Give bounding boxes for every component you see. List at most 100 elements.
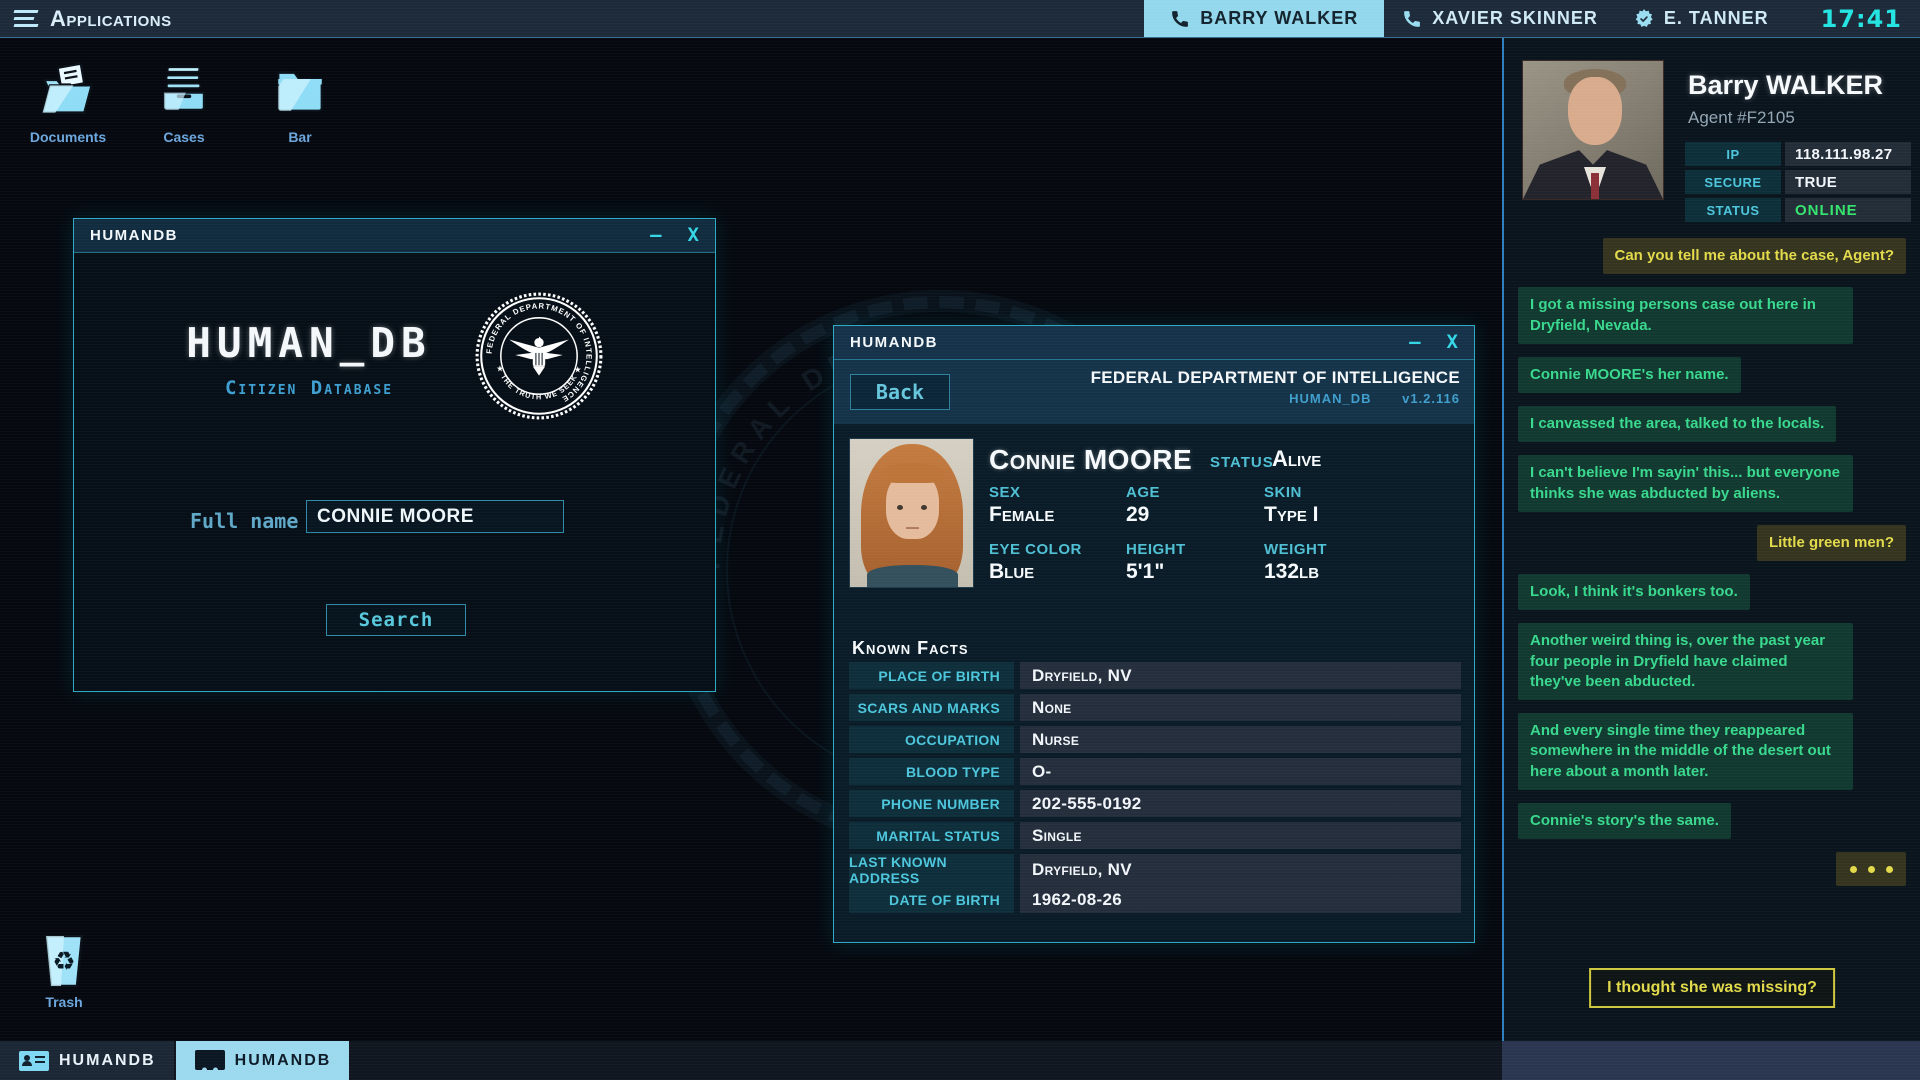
close-button[interactable]: X xyxy=(688,226,699,245)
desktop-icon-label: Bar xyxy=(288,129,311,145)
reply-option-button[interactable]: I thought she was missing? xyxy=(1589,968,1835,1008)
record-header: Back FEDERAL DEPARTMENT OF INTELLIGENCE … xyxy=(834,360,1474,424)
full-name-label: Full name xyxy=(190,509,298,533)
chat-message: Connie's story's the same. xyxy=(1518,803,1731,839)
fact-value: None xyxy=(1020,694,1461,721)
humandb-record-window: HUMANDB – X Back FEDERAL DEPARTMENT OF I… xyxy=(833,325,1475,943)
search-button[interactable]: Search xyxy=(326,604,466,636)
desktop-icon[interactable]: Cases xyxy=(138,60,230,145)
fact-value: Single xyxy=(1020,822,1461,849)
attribute-label: AGE xyxy=(1126,484,1264,501)
fdi-seal: FEDERAL DEPARTMENT OF INTELLIGENCE ★ THE… xyxy=(474,291,604,421)
info-value: 118.111.98.27 xyxy=(1785,142,1911,166)
info-value: ONLINE xyxy=(1785,198,1911,222)
window-titlebar[interactable]: HUMANDB – X xyxy=(74,219,715,253)
org-name: FEDERAL DEPARTMENT OF INTELLIGENCE xyxy=(1091,368,1460,388)
desktop-icon[interactable]: Documents xyxy=(22,60,114,145)
contact-tab[interactable]: XAVIER SKINNER xyxy=(1384,0,1616,37)
agent-info-table: IP 118.111.98.27 SECURE TRUE STATUS ONLI… xyxy=(1685,142,1911,226)
info-row: SECURE TRUE xyxy=(1685,170,1911,194)
desktop-screen: FEDERAL DEPARTMENT OF INTELLIGENCE ★ ★ ★… xyxy=(0,0,1920,1080)
window-titlebar[interactable]: HUMANDB – X xyxy=(834,326,1474,360)
trash-icon[interactable]: ♻ Trash xyxy=(26,932,102,1010)
attribute: AGE 29 xyxy=(1126,484,1264,527)
taskbar-item[interactable]: HUMANDB xyxy=(0,1041,174,1080)
fact-label: SCARS AND MARKS xyxy=(849,694,1014,721)
taskbar: HUMANDB HUMANDB xyxy=(0,1041,1920,1080)
attribute-value: Female xyxy=(989,503,1126,527)
window-title: HUMANDB xyxy=(850,334,938,351)
citizen-attributes: SEX Female AGE 29 SKIN Type I EYE COLOR … xyxy=(989,484,1461,584)
attribute: SEX Female xyxy=(989,484,1126,527)
contact-icon xyxy=(1170,9,1190,29)
attribute-label: WEIGHT xyxy=(1264,541,1461,558)
contact-name: E. TANNER xyxy=(1664,8,1769,29)
fact-row: LAST KNOWN ADDRESS Dryfield, NV xyxy=(849,854,1461,881)
applications-menu-icon[interactable] xyxy=(14,0,38,37)
agent-photo xyxy=(1522,60,1664,200)
chat-message: Little green men? xyxy=(1757,525,1906,561)
attribute-value: 5'1" xyxy=(1126,560,1264,584)
citizen-photo xyxy=(849,438,974,588)
fact-label: OCCUPATION xyxy=(849,726,1014,753)
applications-label[interactable]: Applications xyxy=(50,6,172,32)
agent-chat-panel: Barry WALKER Agent #F2105 IP 118.111.98.… xyxy=(1502,38,1920,1041)
fact-value: 202-555-0192 xyxy=(1020,790,1461,817)
app-version: v1.2.116 xyxy=(1402,391,1460,406)
eagle-emblem xyxy=(509,336,569,375)
trash-can-glyph: ♻ xyxy=(39,932,89,990)
attribute-value: Type I xyxy=(1264,503,1461,527)
chat-message: Look, I think it's bonkers too. xyxy=(1518,574,1750,610)
attribute-label: EYE COLOR xyxy=(989,541,1126,558)
fact-value: Nurse xyxy=(1020,726,1461,753)
fact-value: 1962-08-26 xyxy=(1020,886,1461,913)
topbar-contacts: BARRY WALKER XAVIER SKINNER E. TANNER xyxy=(1144,0,1786,37)
attribute-value: Blue xyxy=(989,560,1126,584)
attribute: EYE COLOR Blue xyxy=(989,541,1126,584)
fact-row: SCARS AND MARKS None xyxy=(849,694,1461,721)
chat-message: I can't believe I'm sayin' this... but e… xyxy=(1518,455,1853,512)
desktop-icon-glyph xyxy=(271,60,329,123)
known-facts-table: PLACE OF BIRTH Dryfield, NV SCARS AND MA… xyxy=(849,662,1461,918)
attribute-label: HEIGHT xyxy=(1126,541,1264,558)
taskbar-item[interactable]: HUMANDB xyxy=(176,1041,350,1080)
taskbar-item-label: HUMANDB xyxy=(235,1052,332,1070)
contact-tab[interactable]: E. TANNER xyxy=(1616,0,1787,37)
close-button[interactable]: X xyxy=(1447,333,1458,352)
fact-label: DATE OF BIRTH xyxy=(849,886,1014,913)
chat-message: Can you tell me about the case, Agent? xyxy=(1603,238,1907,274)
contact-tab[interactable]: BARRY WALKER xyxy=(1144,0,1384,37)
minimize-button[interactable]: – xyxy=(1409,333,1420,352)
info-label: IP xyxy=(1685,142,1781,166)
fact-label: LAST KNOWN ADDRESS xyxy=(849,854,1014,886)
back-button[interactable]: Back xyxy=(850,374,950,410)
attribute-value: 29 xyxy=(1126,503,1264,527)
attribute: SKIN Type I xyxy=(1264,484,1461,527)
trash-label: Trash xyxy=(45,994,82,1010)
taskbar-items: HUMANDB HUMANDB xyxy=(0,1041,351,1080)
humandb-search-window: HUMANDB – X HUMAN_DB Citizen Database FE… xyxy=(73,218,716,692)
citizen-name: Connie MOORE xyxy=(989,444,1192,476)
clock: 17:41 xyxy=(1821,5,1902,33)
fact-label: PHONE NUMBER xyxy=(849,790,1014,817)
fact-row: OCCUPATION Nurse xyxy=(849,726,1461,753)
info-value: TRUE xyxy=(1785,170,1911,194)
status-label: STATUS xyxy=(1210,454,1274,471)
app-subtitle: Citizen Database xyxy=(159,377,459,399)
known-facts-title: Known Facts xyxy=(852,638,969,659)
chat-message: Connie MOORE's her name. xyxy=(1518,357,1741,393)
contact-name: XAVIER SKINNER xyxy=(1432,8,1598,29)
chat-message: I got a missing persons case out here in… xyxy=(1518,287,1853,344)
top-menu-bar: Applications BARRY WALKER XAVIER SKINNER… xyxy=(0,0,1920,38)
fact-row: PHONE NUMBER 202-555-0192 xyxy=(849,790,1461,817)
full-name-input[interactable] xyxy=(306,500,564,533)
minimize-button[interactable]: – xyxy=(650,226,661,245)
attribute-label: SEX xyxy=(989,484,1126,501)
info-row: STATUS ONLINE xyxy=(1685,198,1911,222)
chat-message: I canvassed the area, talked to the loca… xyxy=(1518,406,1836,442)
contact-name: BARRY WALKER xyxy=(1200,8,1358,29)
desktop-icon[interactable]: Bar xyxy=(254,60,346,145)
contact-icon xyxy=(1634,9,1654,29)
org-block: FEDERAL DEPARTMENT OF INTELLIGENCE HUMAN… xyxy=(1091,368,1460,406)
fact-value: Dryfield, NV xyxy=(1020,854,1461,886)
